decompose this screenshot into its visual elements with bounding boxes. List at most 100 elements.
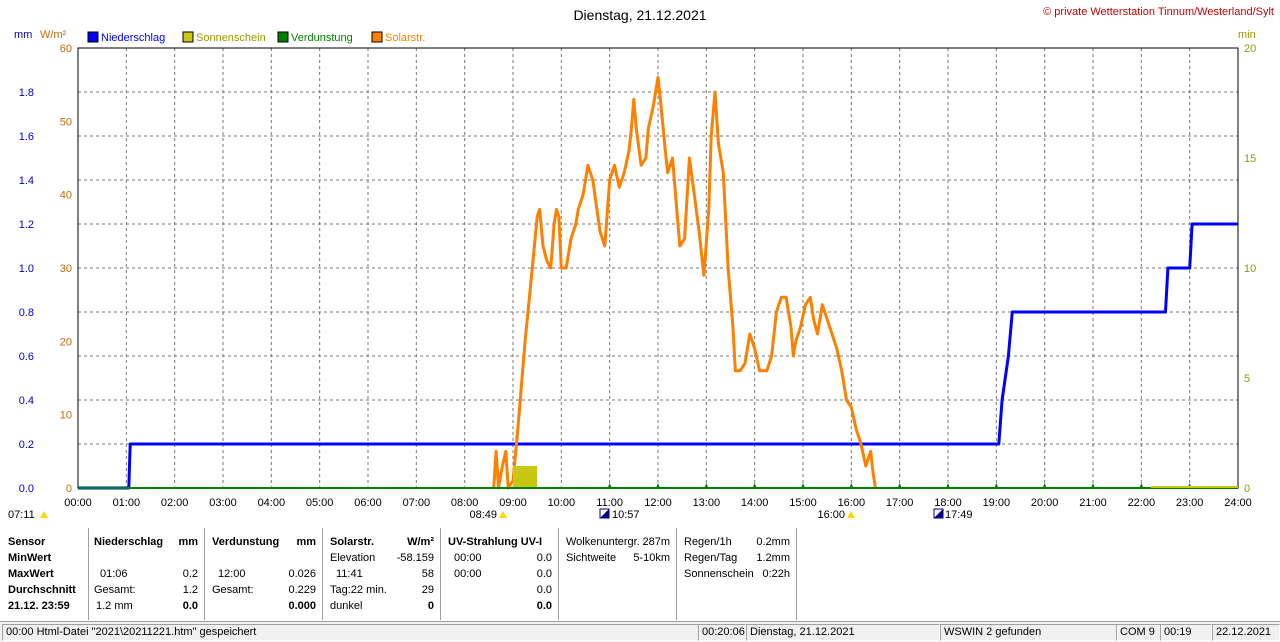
uv-header: UV-Strahlung UV-I (448, 536, 543, 548)
evaporation-tick (1042, 483, 1047, 488)
x-tick-label: 23:00 (1176, 497, 1204, 509)
x-tick-label: 24:00 (1224, 497, 1252, 509)
stats-label-panel: Sensor MinWert MaxWert Durchschnitt 21.1… (0, 528, 89, 620)
label-min: MinWert (8, 552, 52, 564)
evaporation-tick (656, 483, 660, 488)
x-tick-label: 11:00 (596, 497, 623, 509)
x-tick-label: 14:00 (741, 497, 769, 509)
x-tick-label: 02:00 (161, 497, 189, 509)
chart-title: Dienstag, 21.12.2021 (573, 7, 706, 23)
sun-end-icon (847, 511, 855, 518)
grid (78, 48, 1238, 488)
evaporation-tick (704, 483, 709, 488)
sun-start-icon (499, 511, 507, 518)
precip-panel: Niederschlag mm 01:06 0.2 Gesamt: 1.2 1.… (88, 528, 205, 620)
solar-day-label: Tag:22 min. (330, 584, 387, 596)
sunrise-icon (40, 511, 48, 518)
evap-total-val: 0.229 (288, 584, 316, 596)
legend-label: Sonnenschein (196, 32, 266, 44)
status-com: COM 9 (1116, 624, 1162, 641)
legend-swatch (182, 31, 194, 43)
precip-avg2: 0.0 (182, 600, 198, 612)
solar-dark-label: dunkel (330, 600, 363, 612)
label-sensor: Sensor (8, 536, 46, 548)
evaporation-tick (1139, 483, 1144, 488)
rain-day-label: Regen/Tag (684, 552, 738, 564)
y-tick-solar: 60 (60, 43, 72, 55)
x-tick-label: 20:00 (1031, 497, 1059, 509)
y-tick-precip: 1.6 (19, 131, 34, 143)
y-tick-precip: 0.8 (19, 307, 34, 319)
x-tick-label: 21:00 (1079, 497, 1107, 509)
x-tick-label: 16:00 (838, 497, 866, 509)
x-tick-label: 18:00 (934, 497, 962, 509)
rain-day-val: 1.2mm (756, 552, 790, 564)
solar-dark-val: 0 (427, 600, 434, 612)
precip-unit: mm (178, 536, 198, 548)
y-tick-precip: 0.4 (19, 395, 34, 407)
x-tick-label: 12:00 (644, 497, 672, 509)
evap-total-label: Gesamt: (212, 584, 254, 596)
legend-label: Niederschlag (101, 32, 165, 44)
rain-panel: Regen/1h 0.2mm Regen/Tag 1.2mm Sonnensch… (676, 528, 797, 620)
solar-max-val: 58 (421, 568, 434, 580)
uv-panel: UV-Strahlung UV-I 00:00 0.0 00:00 0.0 0.… (440, 528, 559, 620)
uv-r3-val: 0.0 (536, 584, 552, 596)
x-tick-label: 00:00 (64, 497, 92, 509)
evaporation-tick (801, 483, 805, 488)
uv-r2-time: 00:00 (454, 568, 482, 580)
evap-avg2: 0.000 (288, 600, 316, 612)
x-tick-label: 03:00 (209, 497, 237, 509)
status-today: 22.12.2021 (1212, 624, 1280, 641)
precip-max-val: 0.2 (182, 568, 198, 580)
evaporation-tick (994, 483, 999, 488)
y-tick-precip: 1.4 (19, 175, 34, 187)
sun-end-label: 16:00 (817, 509, 845, 521)
precip-avg1: 1.2 mm (96, 600, 133, 612)
y-tick-precip: 1.2 (19, 219, 34, 231)
solar-header: Solarstr. (330, 536, 375, 548)
y-tick-solar: 10 (60, 410, 72, 422)
x-tick-label: 17:00 (886, 497, 914, 509)
status-date: Dienstag, 21.12.2021 (746, 624, 940, 641)
status-found: WSWIN 2 gefunden (940, 624, 1118, 641)
cloud-base-label: Wolkenuntergr. (566, 536, 640, 548)
legend-swatch (87, 31, 99, 43)
y-tick-precip: 1.0 (19, 263, 34, 275)
y-tick-sun: 0 (1244, 483, 1250, 495)
precip-header: Niederschlag (94, 536, 164, 548)
x-tick-label: 05:00 (306, 497, 334, 509)
evap-max-time: 12:00 (218, 568, 246, 580)
label-avg: Durchschnitt (8, 584, 76, 596)
sunshine-val: 0:22h (762, 568, 790, 580)
uv-r1-time: 00:00 (454, 552, 482, 564)
evap-panel: Verdunstung mm 12:00 0.026 Gesamt: 0.229… (204, 528, 323, 620)
y-tick-sun: 20 (1244, 43, 1256, 55)
solar-panel: Solarstr. W/m² Elevation -58.159 11:41 5… (322, 528, 441, 620)
status-message: 00:00 Html-Datei "2021\20211221.htm" ges… (2, 624, 700, 641)
status-elapsed: 00:20:06 (698, 624, 746, 641)
x-tick-label: 01:00 (113, 497, 141, 509)
y-tick-precip: 0.2 (19, 439, 34, 451)
sunshine-label: Sonnenschein (684, 568, 754, 580)
solar-line (492, 75, 877, 490)
status-clock: 00:19 (1160, 624, 1212, 641)
legend-label: Verdunstung (291, 32, 353, 44)
cloud-base-val: 287m (642, 536, 670, 548)
time-markers: 07:11 08:49 10:57 16:00 17:49 (8, 508, 973, 521)
x-tick-label: 10:00 (548, 497, 576, 509)
y-tick-precip: 1.8 (19, 87, 34, 99)
evaporation-tick (897, 483, 902, 488)
unit-mm: mm (14, 29, 32, 41)
y-tick-solar: 40 (60, 190, 72, 202)
legend-swatch (371, 31, 383, 43)
axes: 00:00 01:00 02:00 03:00 04:00 05:00 06:00 07:00… (19, 43, 1257, 509)
evaporation-tick (946, 483, 950, 488)
moonrise-label: 10:57 (612, 509, 640, 521)
sunshine-bar (513, 466, 538, 488)
visibility-label: Sichtweite (566, 552, 617, 564)
y-tick-solar: 30 (60, 263, 72, 275)
y-tick-solar: 50 (60, 116, 72, 128)
rain-1h-val: 0.2mm (756, 536, 790, 548)
sunrise-label: 07:11 (8, 509, 35, 521)
